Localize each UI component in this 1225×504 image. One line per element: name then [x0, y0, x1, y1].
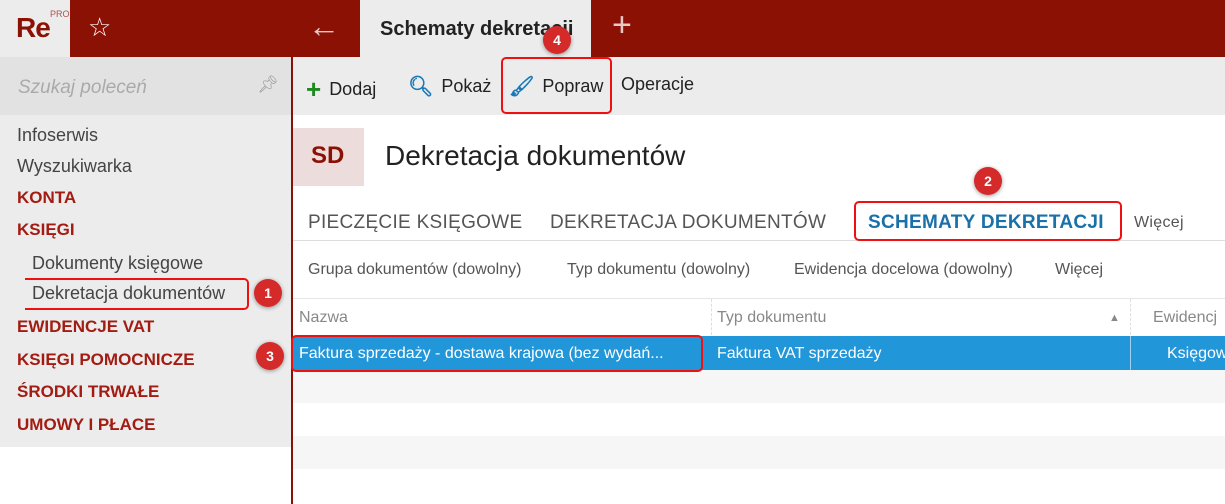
column-separator — [1130, 336, 1131, 370]
new-tab-plus-icon[interactable]: + — [612, 6, 632, 45]
filter-group[interactable]: Grupa dokumentów (dowolny) — [308, 261, 521, 279]
sidebar-item[interactable]: ŚRODKI TRWAŁE — [17, 382, 159, 402]
sidebar-item[interactable]: Infoserwis — [17, 125, 98, 146]
annotation-badge-1: 1 — [254, 279, 282, 307]
page-badge: SD — [293, 128, 364, 186]
search-icon: 🔍︎ — [408, 76, 434, 98]
filter-more[interactable]: Więcej — [1055, 261, 1103, 279]
show-button[interactable]: 🔍︎ Pokaż — [408, 74, 491, 99]
annotation-box-3 — [291, 335, 703, 372]
column-header-nazwa[interactable]: Nazwa — [299, 309, 348, 327]
sidebar-item[interactable]: Wyszukiwarka — [17, 156, 132, 177]
logo: Re PRO — [0, 0, 70, 57]
add-button[interactable]: + Dodaj — [306, 74, 376, 105]
annotation-badge-2: 2 — [974, 167, 1002, 195]
annotation-badge-4: 4 — [543, 26, 571, 54]
operations-button[interactable]: Operacje — [621, 74, 694, 95]
annotation-box-2 — [854, 201, 1122, 241]
tab-dekretacja[interactable]: DEKRETACJA DOKUMENTÓW — [550, 212, 826, 234]
plus-icon: + — [306, 74, 322, 104]
pin-icon[interactable]: 📌︎ — [257, 75, 279, 95]
sort-asc-icon[interactable]: ▲ — [1109, 312, 1120, 324]
toolbar: + Dodaj 🔍︎ Pokaż 🖌︎ Popraw Operacje — [293, 57, 1225, 115]
cell-typ: Faktura VAT sprzedaży — [717, 345, 882, 362]
tab-more[interactable]: Więcej — [1134, 214, 1184, 232]
star-icon[interactable]: ☆ — [88, 12, 111, 43]
column-header-typ[interactable]: Typ dokumentu — [717, 309, 826, 327]
annotation-box-4 — [501, 57, 612, 114]
empty-row — [293, 436, 1225, 469]
sidebar-item[interactable]: UMOWY I PŁACE — [17, 415, 156, 435]
empty-row — [293, 370, 1225, 403]
sidebar-item[interactable]: KSIĘGI POMOCNICZE — [17, 350, 195, 370]
annotation-box-1 — [25, 278, 249, 310]
back-arrow-icon[interactable]: ← — [308, 8, 340, 45]
column-header-ewidencja[interactable]: Ewidencj — [1153, 309, 1217, 327]
sidebar-item[interactable]: Dokumenty księgowe — [32, 253, 203, 274]
cell-ewidencja: Księgow — [1167, 345, 1225, 362]
sidebar-item[interactable]: KSIĘGI — [17, 220, 75, 240]
filter-register[interactable]: Ewidencja docelowa (dowolny) — [794, 261, 1013, 279]
table-header: Nazwa Typ dokumentu ▲ Ewidencj — [293, 298, 1225, 335]
filter-type[interactable]: Typ dokumentu (dowolny) — [567, 261, 750, 279]
sidebar-item[interactable]: EWIDENCJE VAT — [17, 317, 154, 337]
command-search[interactable]: Szukaj poleceń 📌︎ — [0, 57, 291, 115]
tab-pieczecie[interactable]: PIECZĘCIE KSIĘGOWE — [308, 212, 522, 234]
empty-row — [293, 403, 1225, 436]
column-separator — [711, 299, 712, 335]
column-separator — [1130, 299, 1131, 335]
annotation-badge-3: 3 — [256, 342, 284, 370]
sidebar-item[interactable]: KONTA — [17, 188, 76, 208]
page-title: Dekretacja dokumentów — [385, 140, 686, 171]
